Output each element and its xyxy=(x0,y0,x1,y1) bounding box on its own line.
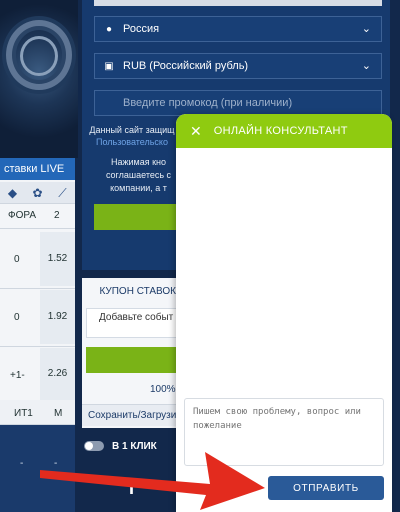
fora-cell[interactable]: +1- xyxy=(10,370,25,381)
promo-code-input[interactable]: Введите промокод (при наличии) xyxy=(94,90,382,116)
coupon-place-bet-button[interactable] xyxy=(86,347,182,373)
one-click-toggle-row: В 1 КЛИК xyxy=(82,436,182,456)
coupon-save-load[interactable]: Сохранить/Загрузи xyxy=(82,404,182,426)
note-text: Данный сайт защищ xyxy=(89,125,175,135)
odds-dash[interactable]: - xyxy=(20,458,23,469)
chevron-down-icon: ⌄ xyxy=(361,60,371,72)
divider xyxy=(0,228,75,229)
currency-value: RUB (Российский рубль) xyxy=(123,60,249,72)
soccer-icon[interactable]: ✿ xyxy=(30,185,46,201)
globe-icon: ● xyxy=(105,23,113,35)
chat-message-input[interactable] xyxy=(184,398,384,466)
column-header-it1: ИТ1 xyxy=(14,408,33,419)
odds-lower-band xyxy=(0,425,75,512)
form-top-field[interactable] xyxy=(94,0,382,6)
promo-placeholder: Введите промокод (при наличии) xyxy=(123,97,293,109)
odds-cell[interactable]: 2.26 xyxy=(40,348,75,400)
t-logo-icon: T xyxy=(126,478,137,498)
sub-header-row xyxy=(0,400,75,425)
chevron-down-icon: ⌄ xyxy=(361,23,371,35)
column-header-m: М xyxy=(54,408,63,419)
hockey-icon[interactable]: ⟋ xyxy=(55,185,71,201)
agreement-note: Нажимая кно соглашаетесь с компании, а т xyxy=(96,156,181,195)
chat-title: ОНЛАЙН КОНСУЛЬТАНТ xyxy=(213,125,348,137)
country-value: Россия xyxy=(123,23,160,35)
live-bets-tab[interactable]: ставки LIVE xyxy=(0,158,75,180)
close-icon[interactable]: ✕ xyxy=(190,124,202,138)
column-header-two: 2 xyxy=(54,210,60,221)
chat-header: ✕ ОНЛАЙН КОНСУЛЬТАНТ xyxy=(176,114,392,148)
note-line: Нажимая кно xyxy=(110,157,167,167)
coupon-add-events: Добавьте событ xyxy=(86,308,182,338)
country-select[interactable]: ● Россия ⌄ xyxy=(94,16,382,42)
odds-cell[interactable]: 1.52 xyxy=(40,232,75,286)
odds-dash[interactable]: - xyxy=(54,458,57,469)
send-button[interactable]: ОТПРАВИТЬ xyxy=(268,476,384,500)
odds-cell[interactable]: 1.92 xyxy=(40,290,75,344)
fora-cell[interactable]: 0 xyxy=(14,312,20,323)
banknote-icon: ▣ xyxy=(104,60,114,72)
divider xyxy=(0,288,75,289)
volleyball-icon[interactable]: ◆ xyxy=(5,185,21,201)
note-line: соглашаетесь с xyxy=(105,170,172,180)
background-photo xyxy=(0,0,78,158)
online-consultant-widget: ✕ ОНЛАЙН КОНСУЛЬТАНТ ОТПРАВИТЬ xyxy=(176,114,392,512)
column-header-fora: ФОРА xyxy=(8,210,37,221)
note-line: компании, а т xyxy=(110,183,167,193)
site-protection-note: Данный сайт защищ Пользовательско xyxy=(82,124,182,148)
one-click-toggle[interactable] xyxy=(84,441,104,451)
coupon-percent: 100% xyxy=(150,384,176,395)
user-agreement-link[interactable]: Пользовательско xyxy=(82,136,182,148)
one-click-label: В 1 КЛИК xyxy=(112,440,157,452)
wheel-hub xyxy=(20,36,58,76)
currency-select[interactable]: ▣ RUB (Российский рубль) ⌄ xyxy=(94,53,382,79)
coupon-title: КУПОН СТАВОК xyxy=(99,286,176,297)
fora-cell[interactable]: 0 xyxy=(14,254,20,265)
live-bets-label: ставки LIVE xyxy=(4,163,65,175)
register-button[interactable] xyxy=(94,204,182,230)
divider xyxy=(0,346,75,347)
sport-filter-row: ◆ ✿ ⟋ xyxy=(0,182,75,204)
